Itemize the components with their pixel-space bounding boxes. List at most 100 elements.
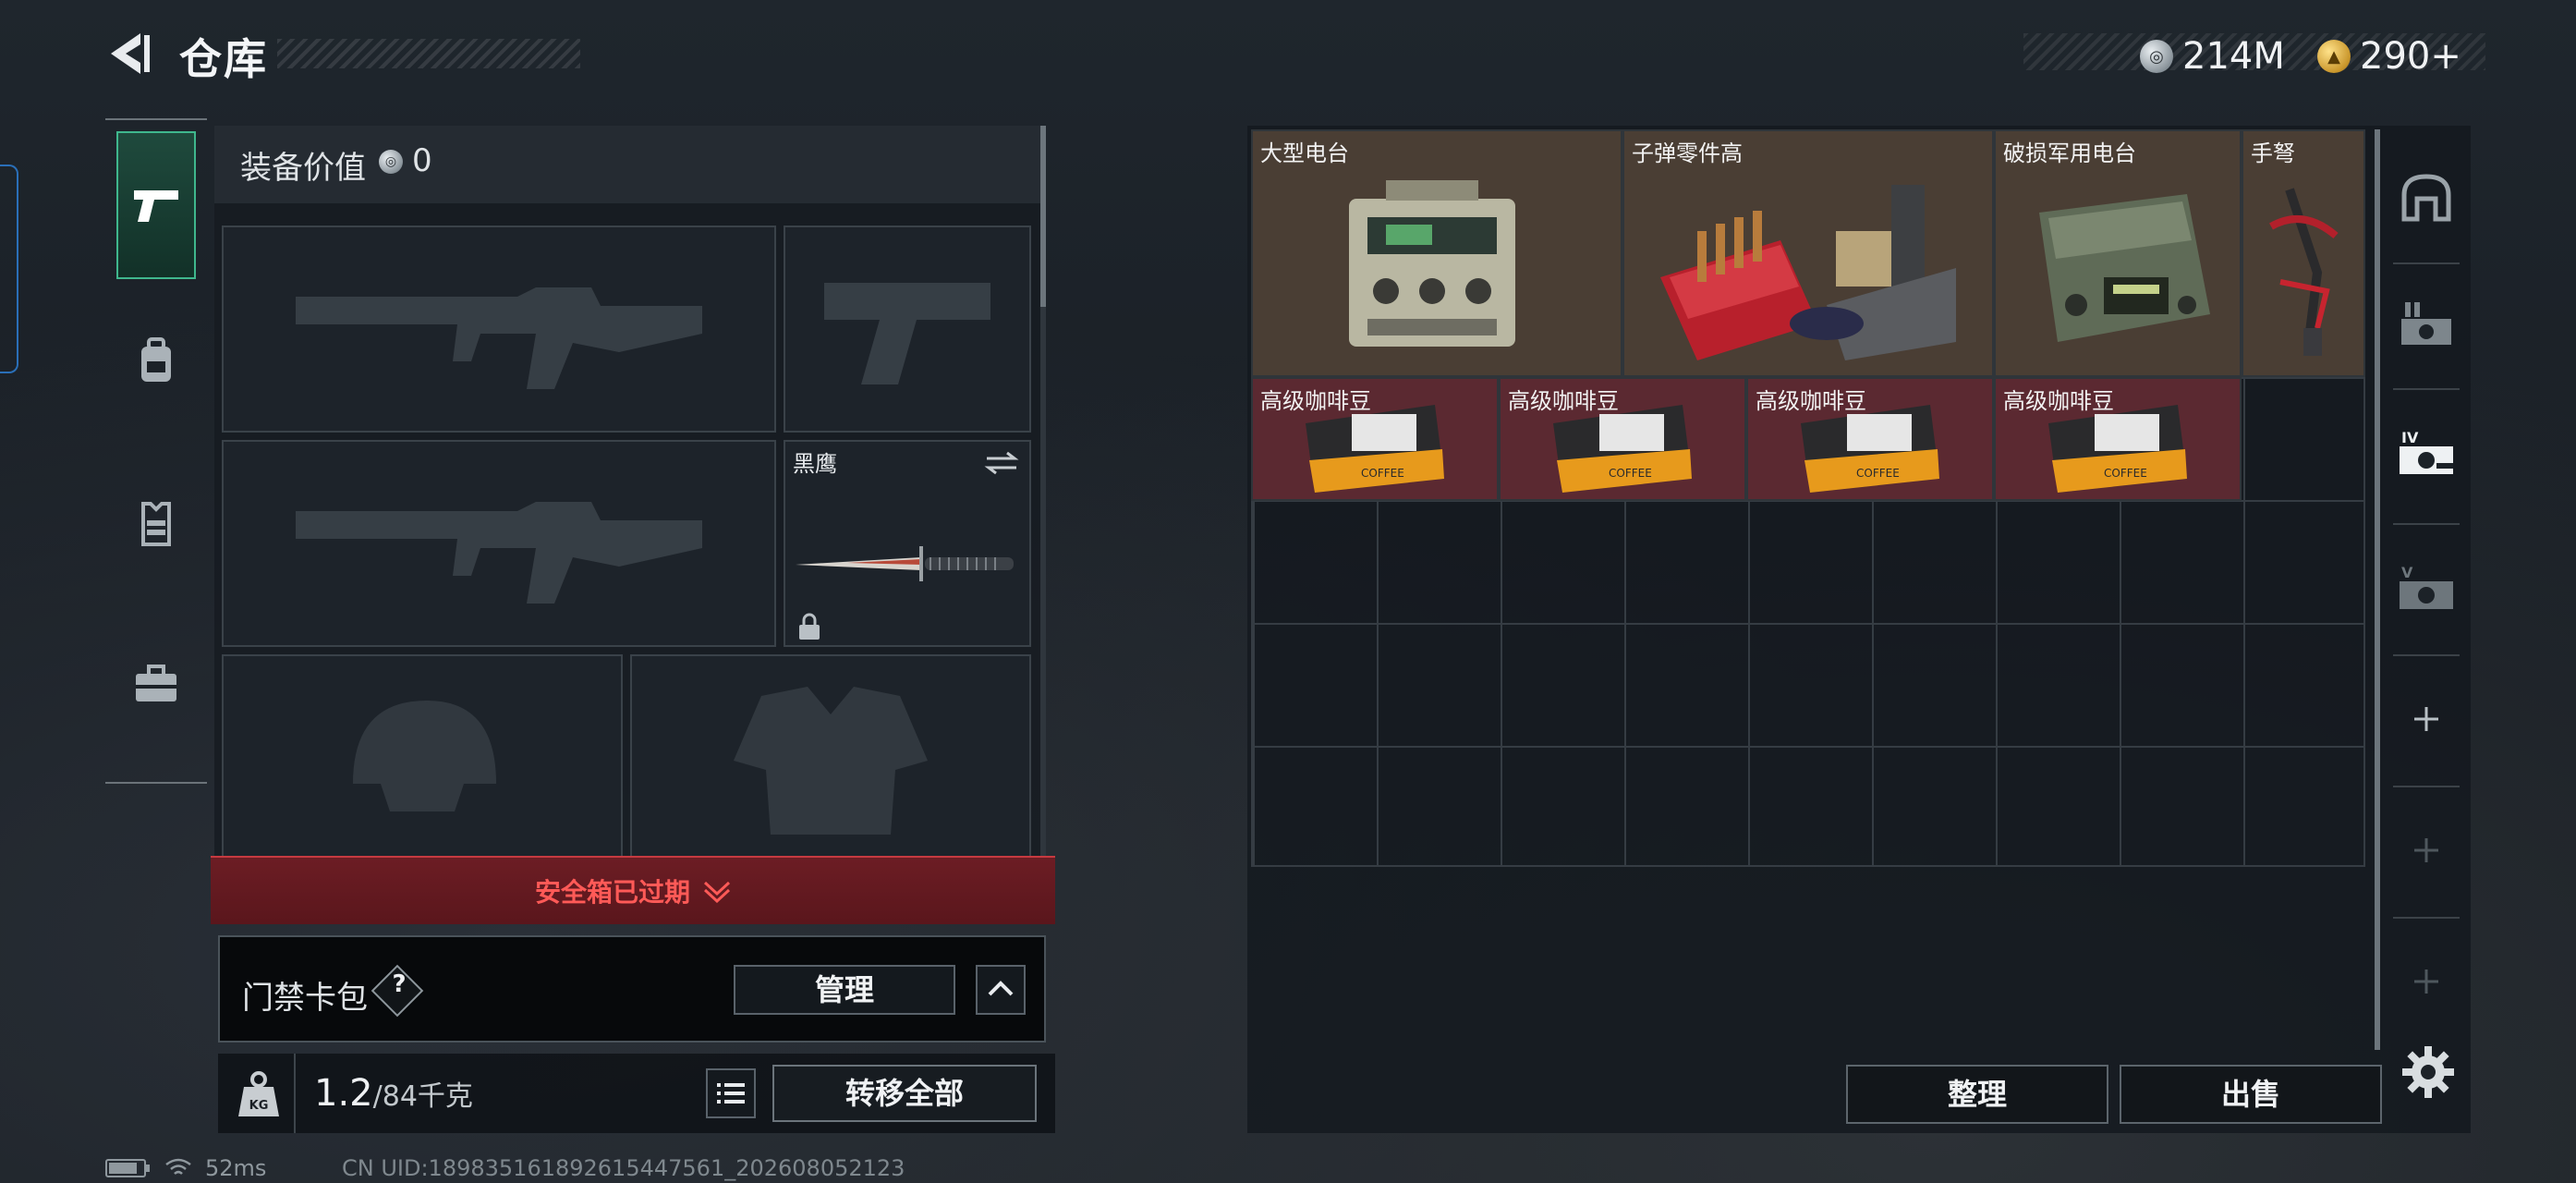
item-name: 破损军用电台	[2003, 140, 2136, 166]
inventory-scrollbar[interactable]	[2375, 129, 2380, 1050]
rifle-silhouette-icon	[296, 287, 702, 389]
sort-button[interactable]: 整理	[1846, 1065, 2108, 1124]
title-decoration	[277, 39, 580, 68]
item-name: 大型电台	[1260, 140, 1349, 166]
secondary-weapon-slot[interactable]	[222, 440, 776, 647]
equipment-panel: 装备价值 ◎ 0 黑鹰	[214, 126, 1046, 856]
storage-tab-2[interactable]	[2388, 285, 2465, 362]
gold-coin-icon: ▲	[2317, 40, 2351, 73]
item-name: 手弩	[2251, 140, 2295, 166]
manage-button[interactable]: 管理	[734, 965, 955, 1015]
separator	[294, 1054, 296, 1133]
inventory-item[interactable]: 大型电台	[1251, 129, 1622, 377]
inventory-item[interactable]: 手弩	[2242, 129, 2365, 377]
chevron-down-icon	[703, 881, 731, 903]
silver-coin-icon: ◎	[2140, 40, 2173, 73]
lock-icon	[799, 613, 820, 640]
pistol-slot[interactable]	[784, 226, 1031, 433]
melee-name: 黑鹰	[793, 451, 837, 477]
storage-3-icon: V	[2400, 564, 2453, 609]
backpack-tab[interactable]	[116, 322, 196, 401]
briefcase-icon	[136, 665, 176, 701]
inventory-item[interactable]: 高级咖啡豆 COFFEE	[1994, 377, 2242, 501]
inventory-item[interactable]: 高级咖啡豆 COFFEE	[1746, 377, 1994, 501]
add-storage-button[interactable]	[2388, 680, 2465, 758]
armor-slot[interactable]	[630, 654, 1031, 856]
list-view-button[interactable]	[706, 1068, 756, 1118]
svg-text:COFFEE: COFFEE	[2104, 467, 2147, 480]
status-bar: 52ms	[105, 1155, 266, 1181]
helmet-slot[interactable]	[222, 654, 623, 856]
helmet-silhouette-icon	[353, 701, 496, 811]
add-storage-button[interactable]	[2388, 943, 2465, 1020]
category-tabs	[105, 118, 207, 784]
weight-readout: 1.2/84千克	[314, 1072, 473, 1115]
weapon-tab[interactable]	[116, 131, 196, 279]
currency-gold[interactable]: ▲ 290+	[2317, 35, 2461, 78]
user-uid: CN UID:1898351618926154475​61_2026080521…	[342, 1155, 905, 1181]
backpack-icon	[141, 337, 171, 382]
settings-button[interactable]	[2399, 1043, 2458, 1102]
separator	[2393, 917, 2460, 919]
coffee-bag-icon: COFFEE	[2048, 404, 2187, 493]
pistol-silhouette-icon	[824, 283, 990, 384]
side-drawer-handle[interactable]	[0, 165, 18, 373]
wifi-icon	[165, 1158, 191, 1175]
svg-text:IV: IV	[2401, 429, 2419, 446]
svg-text:COFFEE: COFFEE	[1856, 467, 1900, 480]
item-name: 子弹零件高	[1632, 140, 1743, 166]
equipment-value: 0	[412, 142, 432, 179]
separator	[2393, 388, 2460, 390]
transfer-all-button[interactable]: 转移全部	[772, 1065, 1037, 1122]
weight-current: 1.2	[314, 1072, 373, 1115]
add-icon	[2414, 970, 2438, 994]
add-storage-button[interactable]	[2388, 811, 2465, 889]
primary-weapon-slot[interactable]	[222, 226, 776, 433]
separator	[2393, 786, 2460, 787]
rifle-silhouette-icon	[296, 502, 702, 604]
keycard-bag: 门禁卡包 ? 管理	[218, 935, 1046, 1043]
collapse-button[interactable]	[976, 965, 1026, 1015]
storage-tab-4[interactable]: V	[2388, 549, 2465, 627]
equipment-scrollbar-thumb[interactable]	[1040, 126, 1046, 307]
inventory-item[interactable]: 子弹零件高	[1622, 129, 1994, 377]
equipment-value-bar: 装备价值 ◎ 0	[214, 126, 1046, 203]
radio-icon	[1349, 179, 1515, 347]
armor-silhouette-icon	[734, 687, 928, 835]
safebox-expired-banner[interactable]: 安全箱已过期	[211, 856, 1055, 924]
inventory-item[interactable]: 高级咖啡豆 COFFEE	[1499, 377, 1746, 501]
storage-tab-3-active[interactable]: IV	[2388, 414, 2465, 492]
keycard-label: 门禁卡包	[242, 980, 368, 1017]
svg-text:KG: KG	[249, 1099, 269, 1113]
svg-text:COFFEE: COFFEE	[1609, 467, 1652, 480]
silver-coin-icon: ◎	[379, 150, 403, 174]
currency-silver[interactable]: ◎ 214M	[2140, 35, 2285, 78]
toolbox-tab[interactable]	[116, 645, 196, 725]
svg-text:V: V	[2401, 564, 2413, 581]
svg-text:COFFEE: COFFEE	[1361, 467, 1404, 480]
vest-tab[interactable]	[116, 484, 196, 564]
storage-1-icon	[2401, 302, 2451, 345]
inventory-item[interactable]: 高级咖啡豆 COFFEE	[1251, 377, 1499, 501]
chevron-up-icon	[988, 981, 1014, 996]
inventory-item[interactable]: 破损军用电台	[1994, 129, 2242, 377]
back-button[interactable]	[103, 28, 155, 79]
currency-gold-value: 290+	[2360, 35, 2461, 78]
gear-icon	[2402, 1046, 2454, 1098]
equipment-value-label: 装备价值	[240, 150, 366, 187]
battery-icon	[105, 1159, 150, 1177]
separator	[2393, 654, 2460, 656]
safebox-notice: 安全箱已过期	[534, 877, 690, 908]
sell-button[interactable]: 出售	[2120, 1065, 2382, 1124]
list-icon	[717, 1083, 745, 1104]
ping-value: 52ms	[205, 1155, 267, 1181]
storage-tab-1[interactable]	[2388, 159, 2465, 237]
swap-icon[interactable]	[983, 449, 1020, 477]
add-icon	[2414, 707, 2438, 731]
melee-slot[interactable]: 黑鹰	[784, 440, 1031, 647]
weight-icon: KG	[238, 1071, 279, 1116]
separator	[2393, 262, 2460, 264]
helmet-slot-icon	[2401, 174, 2451, 222]
page-title: 仓库	[179, 34, 268, 84]
separator	[2393, 523, 2460, 525]
